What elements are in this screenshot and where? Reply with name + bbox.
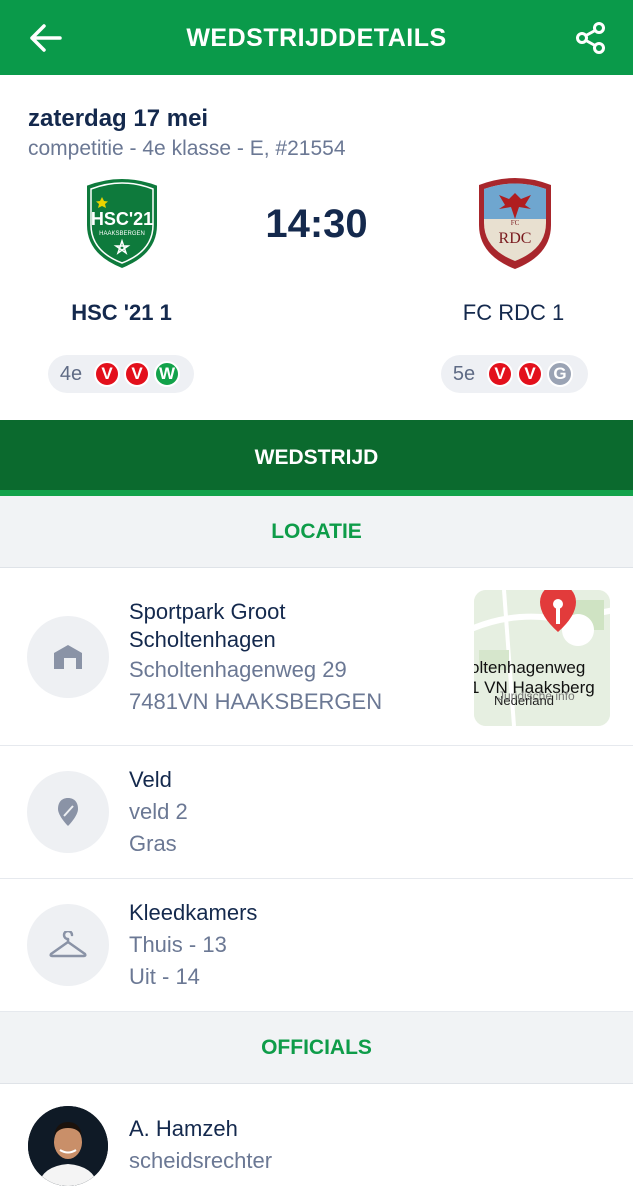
pitch-marker-icon — [27, 771, 109, 853]
map-label-line4: Juridische info — [498, 689, 575, 703]
form-result-loss: V — [487, 361, 513, 387]
official-name: A. Hamzeh — [129, 1116, 238, 1141]
home-team-form: 4e V V W — [48, 355, 194, 393]
dressing-title: Kleedkamers — [129, 900, 258, 925]
referee-avatar — [28, 1106, 108, 1186]
away-team-form: 5e V V G — [441, 355, 588, 393]
section-header-officials: OFFICIALS — [0, 1012, 633, 1084]
dressing-rooms-row: Kleedkamers Thuis - 13 Uit - 14 — [0, 879, 633, 1012]
competition-info: competitie - 4e klasse - E, #21554 — [28, 137, 346, 160]
away-team-name[interactable]: FC RDC 1 — [392, 300, 633, 326]
location-row[interactable]: Sportpark Groot Scholtenhagen Scholtenha… — [0, 568, 633, 746]
field-number: veld 2 — [129, 799, 188, 824]
form-result-loss: V — [124, 361, 150, 387]
venue-street: Scholtenhagenweg 29 — [129, 657, 347, 682]
form-result-draw: G — [547, 361, 573, 387]
tab-bar: WEDSTRIJD — [0, 420, 633, 496]
section-title-location: LOCATIE — [271, 520, 362, 543]
form-result-loss: V — [517, 361, 543, 387]
stadium-icon — [27, 616, 109, 698]
home-team-rank: 4e — [59, 362, 83, 385]
hanger-icon — [27, 904, 109, 986]
top-app-bar: WEDSTRIJDDETAILS — [0, 0, 633, 75]
dressing-away: Uit - 14 — [129, 964, 200, 989]
tab-wedstrijd[interactable]: WEDSTRIJD — [0, 446, 633, 470]
field-surface: Gras — [129, 831, 177, 856]
away-team-rank: 5e — [452, 362, 476, 385]
venue-name-line1: Sportpark Groot — [129, 599, 286, 624]
field-row: Veld veld 2 Gras — [0, 746, 633, 879]
away-logo-top: FC — [511, 219, 520, 227]
share-icon[interactable] — [574, 22, 608, 54]
page-title: WEDSTRIJDDETAILS — [186, 24, 447, 52]
match-date: zaterdag 17 mei — [28, 105, 209, 132]
venue-name-line2: Scholtenhagen — [129, 627, 276, 652]
match-header: zaterdag 17 mei competitie - 4e klasse -… — [0, 75, 633, 420]
home-team-name[interactable]: HSC '21 1 — [0, 300, 243, 326]
form-result-loss: V — [94, 361, 120, 387]
section-header-location: LOCATIE — [0, 496, 633, 568]
away-team-logo[interactable]: FC RDC — [471, 175, 559, 271]
venue-postal: 7481VN HAAKSBERGEN — [129, 689, 383, 714]
dressing-home: Thuis - 13 — [129, 932, 227, 957]
away-logo-text: RDC — [499, 230, 532, 247]
field-title: Veld — [129, 767, 172, 792]
section-title-officials: OFFICIALS — [261, 1036, 372, 1059]
map-thumbnail[interactable]: oltenhagenweg 1 VN Haaksberg Nederland J… — [474, 590, 610, 726]
official-role: scheidsrechter — [129, 1148, 273, 1173]
form-result-win: W — [154, 361, 180, 387]
map-label-line1: oltenhagenweg — [474, 658, 586, 677]
